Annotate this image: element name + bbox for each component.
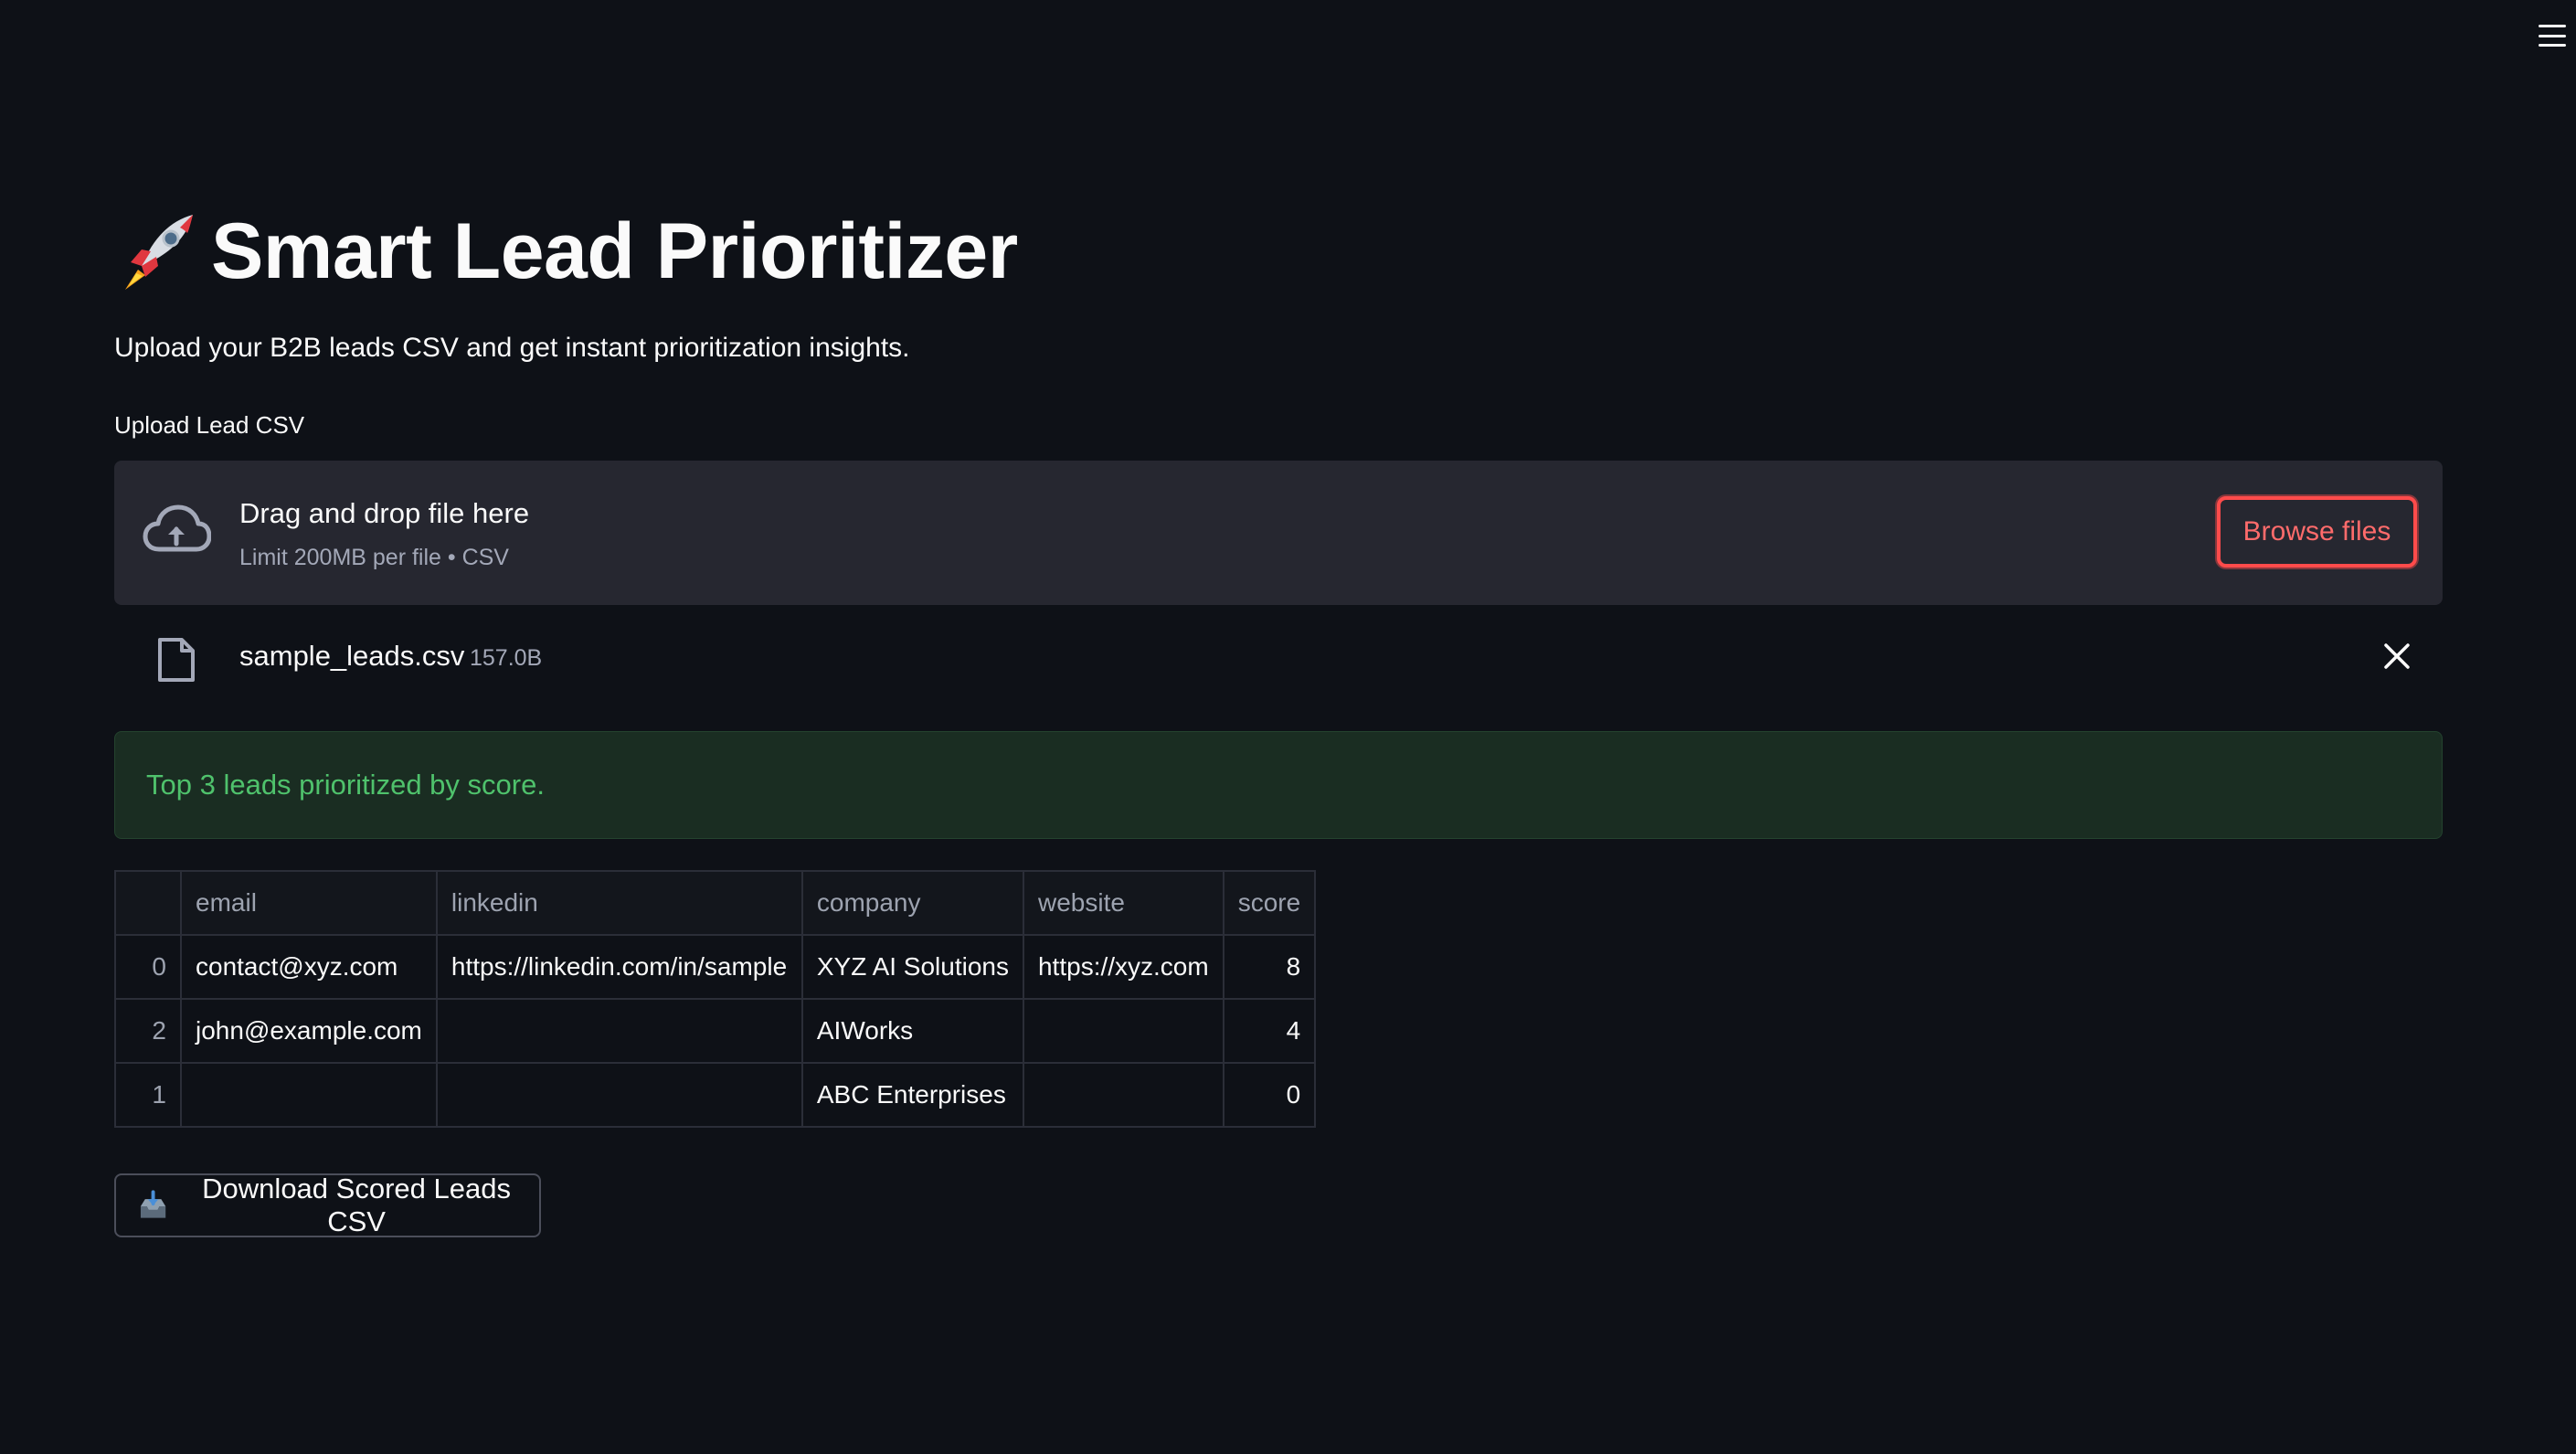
page-subtitle: Upload your B2B leads CSV and get instan… [114, 333, 910, 363]
success-alert: Top 3 leads prioritized by score. [114, 731, 2443, 839]
uploaded-file-row: sample_leads.csv 157.0B [114, 621, 2443, 693]
cell-score[interactable]: 0 [1222, 1062, 1317, 1128]
leads-table: email linkedin company website score 0 c… [114, 870, 1317, 1128]
table-row: 0 contact@xyz.com https://linkedin.com/i… [114, 934, 1317, 1000]
cell-score[interactable]: 8 [1222, 934, 1317, 1000]
cell-company[interactable]: AIWorks [800, 998, 1024, 1064]
row-index: 1 [114, 1062, 182, 1128]
column-header-website[interactable]: website [1022, 870, 1224, 936]
hamburger-menu-icon[interactable] [2537, 22, 2568, 49]
file-dropzone[interactable]: Drag and drop file here Limit 200MB per … [114, 461, 2443, 605]
cell-linkedin[interactable] [435, 1062, 803, 1128]
cell-linkedin[interactable] [435, 998, 803, 1064]
column-header-email[interactable]: email [180, 870, 438, 936]
page-title: Smart Lead Prioritizer [211, 207, 1018, 295]
table-header-row: email linkedin company website score [114, 870, 1317, 936]
download-button-label: Download Scored Leads CSV [202, 1173, 511, 1237]
cell-website[interactable] [1022, 1062, 1224, 1128]
column-header-linkedin[interactable]: linkedin [435, 870, 803, 936]
cell-email[interactable] [180, 1062, 438, 1128]
dropzone-hint: Limit 200MB per file • CSV [239, 545, 509, 570]
menu-line [2539, 34, 2566, 37]
download-csv-button[interactable]: Download Scored Leads CSV [114, 1173, 541, 1237]
table-row: 1 ABC Enterprises 0 [114, 1062, 1317, 1128]
table-row: 2 john@example.com AIWorks 4 [114, 998, 1317, 1064]
cell-email[interactable]: john@example.com [180, 998, 438, 1064]
uploaded-file-name: sample_leads.csv [239, 640, 465, 672]
column-header-index [114, 870, 182, 936]
page-header: Smart Lead Prioritizer [114, 206, 1018, 297]
cell-email[interactable]: contact@xyz.com [180, 934, 438, 1000]
file-icon [158, 638, 195, 682]
column-header-score[interactable]: score [1222, 870, 1317, 936]
cloud-upload-icon [143, 504, 211, 552]
cell-score[interactable]: 4 [1222, 998, 1317, 1064]
rocket-icon [125, 215, 193, 290]
cell-linkedin[interactable]: https://linkedin.com/in/sample [435, 934, 803, 1000]
row-index: 0 [114, 934, 182, 1000]
inbox-tray-icon [140, 1190, 166, 1218]
cell-website[interactable]: https://xyz.com [1022, 934, 1224, 1000]
browse-files-button[interactable]: Browse files [2217, 496, 2417, 568]
upload-label: Upload Lead CSV [114, 411, 305, 439]
cell-company[interactable]: ABC Enterprises [800, 1062, 1024, 1128]
close-icon[interactable] [2380, 640, 2413, 673]
cell-website[interactable] [1022, 998, 1224, 1064]
row-index: 2 [114, 998, 182, 1064]
dropzone-title: Drag and drop file here [239, 497, 530, 529]
menu-line [2539, 25, 2566, 27]
cell-company[interactable]: XYZ AI Solutions [800, 934, 1024, 1000]
uploaded-file-size: 157.0B [470, 645, 543, 671]
menu-line [2539, 44, 2566, 47]
column-header-company[interactable]: company [800, 870, 1024, 936]
